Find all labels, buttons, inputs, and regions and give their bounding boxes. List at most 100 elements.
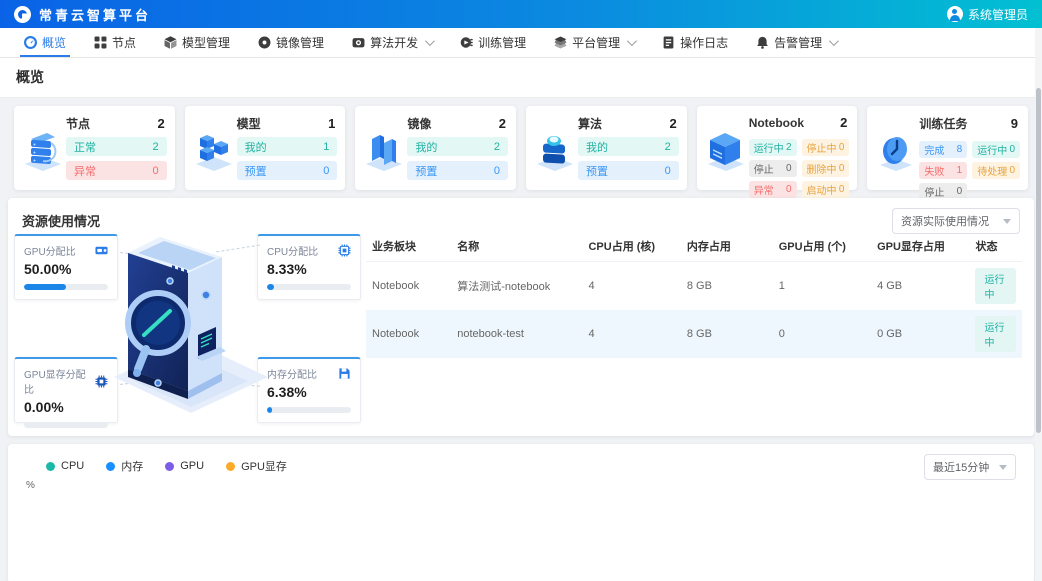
card-nodes[interactable]: 节点 2 正常2 异常0	[14, 106, 175, 190]
progress-track	[24, 284, 108, 290]
table-header-row: 业务板块 名称 CPU占用 (核) 内存占用 GPU占用 (个) GPU显存占用…	[366, 232, 1022, 262]
algorithm-icon	[352, 36, 365, 49]
nav-tab-alert-management[interactable]: 告警管理	[748, 28, 844, 57]
stat-badge: 正常2	[66, 137, 167, 156]
col-gpu: GPU占用 (个)	[773, 232, 871, 262]
dashboard-icon	[24, 36, 37, 49]
image-disc-icon	[258, 36, 271, 49]
model-cube-icon	[164, 36, 177, 49]
nav-tab-overview[interactable]: 概览	[16, 28, 74, 57]
chevron-down-icon	[999, 465, 1007, 470]
gauge-gpu-allocation: GPU分配比 50.00%	[14, 234, 118, 300]
card-title: 镜像	[407, 115, 431, 132]
nav-tab-training-management[interactable]: 训练管理	[452, 28, 534, 57]
stat-badge: 预置0	[578, 161, 679, 180]
legend-item-memory[interactable]: 内存	[106, 458, 143, 474]
legend-item-cpu[interactable]: CPU	[46, 460, 84, 472]
stat-badge: 停止中0	[802, 139, 850, 156]
legend-item-vram[interactable]: GPU显存	[226, 458, 287, 474]
resource-usage-panel: 资源使用情况 资源实际使用情况 GPU分配比 50.00% CPU分配比 8.3…	[8, 198, 1034, 436]
nav-tab-operation-logs[interactable]: 操作日志	[654, 28, 736, 57]
stat-badge: 待处理0	[972, 162, 1020, 179]
vertical-scrollbar[interactable]	[1035, 28, 1042, 581]
legend-item-gpu[interactable]: GPU	[165, 460, 204, 472]
chart-legend: CPU 内存 GPU GPU显存	[46, 458, 287, 474]
node-server-illustration	[20, 115, 66, 182]
avatar	[947, 6, 963, 22]
progress-track	[24, 422, 108, 428]
training-icon	[460, 36, 473, 49]
log-doc-icon	[662, 36, 675, 49]
col-vram: GPU显存占用	[871, 232, 969, 262]
col-name: 名称	[451, 232, 582, 262]
usage-chart-area	[26, 494, 1016, 573]
nav-tab-platform-management[interactable]: 平台管理	[546, 28, 642, 57]
logo-icon	[14, 6, 31, 23]
time-range-dropdown[interactable]: 最近15分钟	[924, 454, 1016, 480]
table-row[interactable]: Notebook notebook-test 4 8 GB 0 0 GB 运行中	[366, 310, 1022, 358]
legend-dot	[226, 462, 235, 471]
memory-icon	[338, 367, 351, 380]
gauge-value: 50.00%	[24, 261, 108, 277]
stat-badge: 我的1	[237, 137, 338, 156]
card-algorithms[interactable]: 算法 2 我的2 预置0	[526, 106, 687, 190]
card-models[interactable]: 模型 1 我的1 预置0	[185, 106, 346, 190]
progress-track	[267, 284, 351, 290]
col-memory: 内存占用	[681, 232, 773, 262]
card-title: 算法	[578, 115, 602, 132]
nav-tab-nodes[interactable]: 节点	[86, 28, 144, 57]
stat-badge: 停止0	[749, 160, 797, 177]
gauge-value: 0.00%	[24, 399, 108, 415]
algorithm-server-illustration	[532, 115, 578, 182]
progress-track	[267, 407, 351, 413]
nav-tab-model-management[interactable]: 模型管理	[156, 28, 238, 57]
model-cubes-illustration	[191, 115, 237, 182]
gauge-value: 8.33%	[267, 261, 351, 277]
gauge-value: 6.38%	[267, 384, 351, 400]
stat-badge: 预置0	[237, 161, 338, 180]
stat-badge: 预置0	[407, 161, 508, 180]
nav-tab-image-management[interactable]: 镜像管理	[250, 28, 332, 57]
resource-filter-dropdown[interactable]: 资源实际使用情况	[892, 208, 1020, 234]
card-count: 1	[328, 116, 335, 131]
stat-badge: 异常0	[66, 161, 167, 180]
page-title: 概览	[16, 67, 1026, 87]
main-nav: 概览 节点 模型管理 镜像管理 算法开发 训练管理 平台管理 操作日志 告警管理	[0, 28, 1042, 58]
stat-badge: 我的2	[407, 137, 508, 156]
user-menu[interactable]: 系统管理员	[947, 6, 1028, 23]
training-clock-illustration	[873, 115, 919, 182]
server-tower-illustration	[110, 223, 272, 431]
legend-dot	[106, 462, 115, 471]
stat-badge: 异常0	[749, 181, 797, 198]
gauge-cpu-allocation: CPU分配比 8.33%	[257, 234, 361, 300]
stat-badge: 完成8	[919, 141, 967, 158]
table-row[interactable]: Notebook 算法测试-notebook 4 8 GB 1 4 GB 运行中	[366, 262, 1022, 311]
card-title: 训练任务	[919, 115, 967, 132]
card-count: 2	[157, 116, 164, 131]
cpu-chip-icon	[338, 244, 351, 257]
vram-chip-icon	[95, 375, 108, 388]
alert-bell-icon	[756, 36, 769, 49]
card-count: 2	[499, 116, 506, 131]
chevron-down-icon	[1003, 219, 1011, 224]
legend-dot	[46, 462, 55, 471]
card-images[interactable]: 镜像 2 我的2 预置0	[355, 106, 516, 190]
y-axis-unit-label: %	[26, 480, 35, 491]
chevron-down-icon	[829, 36, 839, 46]
card-count: 9	[1011, 116, 1018, 131]
card-notebook[interactable]: Notebook 2 运行中2 停止0 异常0 停止中0 删除中0 启动中0	[697, 106, 858, 190]
card-count: 2	[840, 115, 847, 130]
col-status: 状态	[969, 232, 1022, 262]
stat-badge: 运行中2	[749, 139, 797, 156]
card-training-tasks[interactable]: 训练任务 9 完成8 失败1 停止0 运行中0 待处理0	[867, 106, 1028, 190]
legend-dot	[165, 462, 174, 471]
stat-badge: 我的2	[578, 137, 679, 156]
chevron-down-icon	[627, 36, 637, 46]
notebook-cube-illustration	[703, 115, 749, 182]
card-title: 节点	[66, 115, 90, 132]
scrollbar-thumb[interactable]	[1036, 88, 1041, 433]
nav-tab-algorithm-dev[interactable]: 算法开发	[344, 28, 440, 57]
stat-badge: 失败1	[919, 162, 967, 179]
top-header-bar: 常青云智算平台 系统管理员	[0, 0, 1042, 28]
gauge-vram-allocation: GPU显存分配比 0.00%	[14, 357, 118, 423]
